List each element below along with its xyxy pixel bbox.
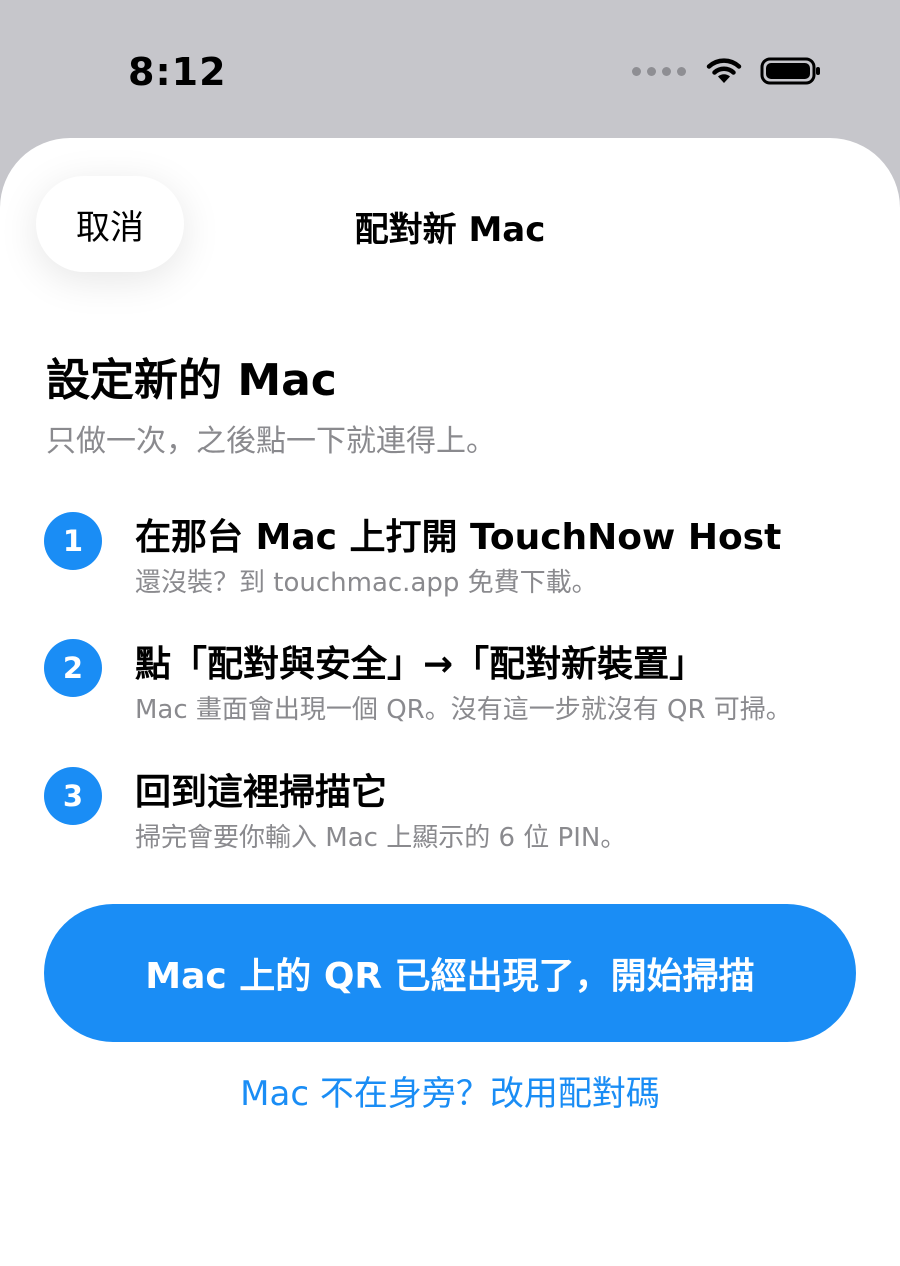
pairing-sheet: 取消 配對新 Mac 設定新的 Mac 只做一次，之後點一下就連得上。 1 在那… bbox=[0, 138, 900, 1266]
start-scan-button[interactable]: Mac 上的 QR 已經出現了，開始掃描 bbox=[44, 904, 856, 1042]
battery-icon bbox=[760, 57, 820, 85]
nav-title: 配對新 Mac bbox=[354, 210, 546, 250]
step-title: 在那台 Mac 上打開 TouchNow Host bbox=[135, 517, 782, 558]
step-title: 點「配對與安全」→「配對新裝置」 bbox=[135, 644, 706, 685]
step-title: 回到這裡掃描它 bbox=[135, 772, 388, 813]
status-icons bbox=[632, 56, 822, 86]
cellular-signal-icon bbox=[632, 66, 686, 76]
status-time: 8:12 bbox=[128, 50, 227, 94]
step-description: Mac 畫面會出現一個 QR。沒有這一步就沒有 QR 可掃。 bbox=[135, 695, 792, 725]
nav-bar: 取消 配對新 Mac bbox=[0, 138, 900, 318]
page-subtitle: 只做一次，之後點一下就連得上。 bbox=[46, 424, 496, 459]
step-number-badge: 3 bbox=[44, 767, 102, 825]
page-title: 設定新的 Mac bbox=[46, 355, 337, 406]
wifi-icon bbox=[706, 58, 742, 83]
step-number-badge: 2 bbox=[44, 639, 102, 697]
use-pairing-code-link[interactable]: Mac 不在身旁？改用配對碼 bbox=[0, 1066, 900, 1115]
status-bar: 8:12 bbox=[0, 0, 900, 140]
step-number-badge: 1 bbox=[44, 512, 102, 570]
step-description: 掃完會要你輸入 Mac 上顯示的 6 位 PIN。 bbox=[135, 823, 627, 853]
step-description: 還沒裝？到 touchmac.app 免費下載。 bbox=[135, 568, 598, 598]
